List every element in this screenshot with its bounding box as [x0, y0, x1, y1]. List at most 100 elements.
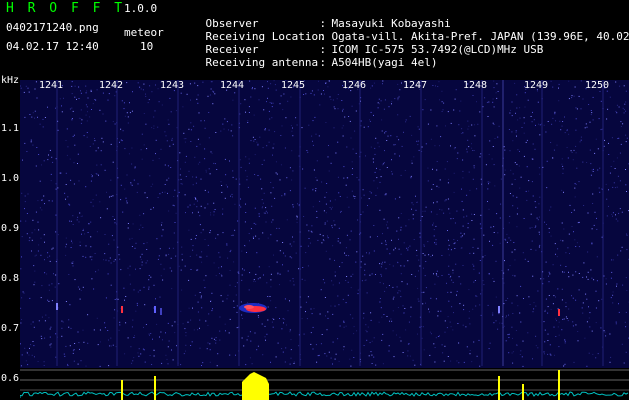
noise-speck — [571, 212, 573, 213]
noise-speck — [337, 94, 339, 95]
noise-speck — [165, 332, 166, 334]
noise-speck — [491, 158, 493, 160]
noise-speck — [423, 349, 425, 351]
noise-speck — [21, 354, 23, 356]
noise-speck — [91, 176, 93, 178]
noise-speck — [453, 172, 455, 174]
noise-speck — [305, 93, 307, 95]
noise-speck — [482, 256, 484, 258]
noise-speck — [164, 164, 166, 166]
noise-speck — [457, 240, 458, 241]
noise-speck — [463, 309, 465, 311]
noise-speck — [509, 150, 511, 152]
noise-speck — [613, 182, 615, 184]
noise-speck — [181, 259, 183, 261]
noise-speck — [200, 232, 202, 234]
noise-speck — [364, 269, 366, 271]
noise-speck — [92, 205, 94, 207]
noise-speck — [65, 254, 67, 256]
noise-speck — [375, 194, 377, 196]
noise-speck — [96, 317, 98, 319]
noise-speck — [188, 229, 190, 231]
noise-speck — [531, 121, 533, 123]
noise-speck — [378, 321, 380, 323]
noise-speck — [257, 143, 259, 145]
noise-speck — [439, 208, 441, 210]
noise-speck — [468, 317, 470, 319]
noise-speck — [34, 356, 35, 358]
noise-speck — [201, 307, 203, 309]
noise-speck — [348, 206, 350, 208]
noise-speck — [33, 326, 35, 328]
noise-speck — [480, 314, 482, 316]
noise-speck — [373, 337, 375, 339]
noise-speck — [556, 144, 558, 146]
noise-speck — [286, 177, 288, 179]
noise-speck — [549, 353, 551, 355]
noise-speck — [364, 263, 366, 265]
noise-speck — [151, 127, 153, 129]
noise-speck — [449, 212, 451, 214]
noise-speck — [351, 161, 353, 163]
noise-speck — [146, 197, 148, 199]
noise-speck — [618, 212, 620, 214]
noise-speck — [625, 141, 627, 143]
noise-speck — [419, 232, 421, 234]
noise-speck — [421, 216, 423, 217]
noise-speck — [253, 279, 255, 281]
noise-speck — [447, 356, 449, 357]
noise-speck — [529, 227, 531, 229]
noise-speck — [516, 196, 518, 198]
noise-speck — [617, 220, 619, 222]
noise-speck — [449, 321, 451, 323]
noise-speck — [245, 364, 247, 366]
noise-speck — [276, 227, 278, 229]
noise-speck — [138, 348, 140, 350]
minute-label: 1248 — [463, 80, 488, 91]
noise-speck — [333, 220, 335, 222]
noise-speck — [103, 259, 104, 261]
noise-speck — [519, 107, 521, 109]
noise-speck — [155, 139, 157, 141]
noise-speck — [510, 169, 512, 171]
noise-speck — [180, 310, 182, 312]
noise-speck — [97, 344, 99, 346]
noise-speck — [275, 356, 277, 358]
noise-speck — [23, 292, 25, 294]
noise-speck — [327, 317, 329, 319]
minute-label: 1249 — [524, 80, 549, 91]
noise-speck — [26, 351, 28, 353]
noise-speck — [325, 122, 327, 123]
noise-speck — [616, 112, 618, 114]
noise-speck — [532, 158, 534, 160]
noise-speck — [434, 283, 436, 285]
noise-speck — [507, 269, 509, 271]
noise-speck — [390, 135, 392, 137]
noise-speck — [469, 189, 471, 191]
noise-speck — [302, 168, 304, 170]
noise-speck — [615, 321, 617, 323]
noise-speck — [63, 97, 64, 99]
noise-speck — [267, 296, 269, 297]
noise-speck — [368, 355, 370, 357]
noise-speck — [320, 289, 322, 291]
noise-speck — [352, 317, 354, 319]
noise-speck — [181, 246, 183, 248]
noise-speck — [577, 331, 579, 332]
noise-speck — [229, 270, 231, 271]
noise-speck — [497, 232, 499, 234]
noise-speck — [334, 224, 336, 226]
noise-speck — [416, 202, 417, 203]
noise-speck — [253, 280, 255, 282]
noise-speck — [475, 295, 477, 297]
noise-speck — [60, 172, 62, 174]
noise-speck — [159, 296, 161, 298]
noise-speck — [508, 333, 510, 335]
noise-speck — [218, 267, 220, 269]
noise-speck — [266, 212, 268, 214]
noise-speck — [514, 259, 516, 261]
noise-speck — [241, 274, 243, 276]
noise-speck — [259, 277, 261, 279]
noise-speck — [400, 265, 402, 267]
noise-speck — [266, 282, 268, 284]
